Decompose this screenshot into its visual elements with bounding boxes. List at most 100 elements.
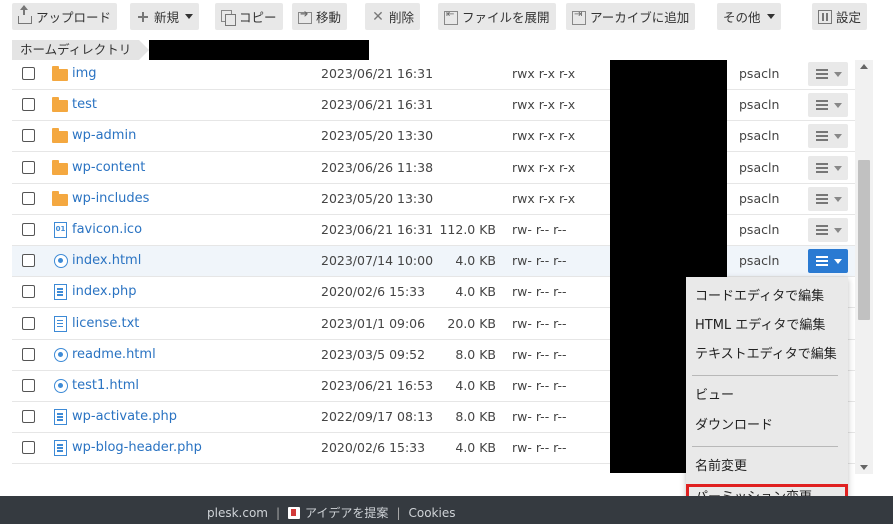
row-checkbox[interactable] bbox=[22, 285, 35, 299]
archive-icon bbox=[572, 9, 586, 25]
html-file-icon bbox=[54, 347, 68, 362]
table-row[interactable]: 01 favicon.ico 2023/06/21 16:31 112.0 KB rw-… bbox=[12, 215, 855, 246]
chevron-down-icon bbox=[185, 14, 194, 19]
row-checkbox[interactable] bbox=[22, 129, 35, 143]
table-row[interactable]: wp-includes 2023/05/20 13:30 rwx r-x r-x ps… bbox=[12, 183, 855, 215]
file-owner: psacln bbox=[739, 190, 780, 206]
scroll-down-icon[interactable] bbox=[860, 465, 868, 470]
row-checkbox[interactable] bbox=[22, 191, 35, 205]
extract-icon bbox=[444, 9, 458, 25]
row-actions-button[interactable] bbox=[808, 218, 848, 242]
menu-item-code-editor[interactable]: コードエディタで編集 bbox=[686, 285, 848, 309]
row-checkbox[interactable] bbox=[22, 160, 35, 174]
menu-icon bbox=[816, 131, 828, 134]
move-button[interactable]: 移動 bbox=[292, 3, 348, 30]
file-permissions: rw- r-- r-- bbox=[512, 409, 567, 425]
menu-icon bbox=[816, 193, 828, 196]
row-checkbox[interactable] bbox=[22, 67, 35, 80]
row-actions-button[interactable] bbox=[808, 249, 848, 274]
row-checkbox[interactable] bbox=[22, 316, 35, 330]
row-actions-button[interactable] bbox=[808, 62, 848, 86]
copy-icon bbox=[221, 9, 236, 26]
chevron-down-icon bbox=[834, 228, 842, 233]
row-actions-button[interactable] bbox=[808, 93, 848, 118]
file-name-link[interactable]: license.txt bbox=[72, 316, 139, 331]
menu-icon bbox=[816, 162, 828, 165]
file-size: 4.0 KB bbox=[455, 253, 496, 269]
footer-cookies-link[interactable]: Cookies bbox=[408, 506, 455, 520]
table-row[interactable]: wp-content 2023/06/26 11:38 rwx r-x r-x psa… bbox=[12, 152, 855, 184]
settings-icon bbox=[818, 9, 832, 24]
table-row[interactable]: wp-admin 2023/05/20 13:30 rwx r-x r-x psacl… bbox=[12, 121, 855, 153]
chevron-down-icon bbox=[834, 196, 842, 202]
row-actions-button[interactable] bbox=[808, 124, 848, 149]
row-checkbox[interactable] bbox=[22, 410, 35, 424]
chevron-down-icon bbox=[766, 14, 775, 19]
file-name-link[interactable]: wp-includes bbox=[72, 191, 149, 206]
row-actions-button[interactable] bbox=[808, 155, 848, 180]
menu-item-rename[interactable]: 名前変更 bbox=[686, 455, 848, 479]
file-name-link[interactable]: index.php bbox=[72, 284, 136, 299]
scroll-up-icon[interactable] bbox=[860, 64, 868, 69]
row-checkbox[interactable] bbox=[22, 347, 35, 361]
file-owner: psacln bbox=[739, 159, 780, 175]
copy-button[interactable]: コピー bbox=[215, 3, 283, 30]
copy-label: コピー bbox=[239, 10, 277, 25]
file-permissions: rwx r-x r-x bbox=[512, 128, 576, 144]
file-name-link[interactable]: wp-content bbox=[72, 160, 145, 175]
row-checkbox[interactable] bbox=[22, 98, 35, 112]
chevron-down-icon bbox=[834, 134, 842, 140]
row-checkbox[interactable] bbox=[22, 223, 35, 236]
row-checkbox[interactable] bbox=[22, 379, 35, 392]
file-size: 8.0 KB bbox=[455, 346, 496, 362]
footer-suggest-link[interactable]: アイデアを提案 bbox=[305, 504, 388, 521]
upload-button[interactable]: アップロード bbox=[12, 3, 118, 30]
file-name-link[interactable]: wp-activate.php bbox=[72, 409, 177, 424]
scrollbar-thumb[interactable] bbox=[858, 160, 870, 320]
folder-icon bbox=[52, 66, 68, 81]
upload-label: アップロード bbox=[36, 10, 112, 25]
file-name-link[interactable]: favicon.ico bbox=[72, 222, 142, 237]
file-name-link[interactable]: img bbox=[72, 66, 97, 81]
idea-icon bbox=[288, 506, 301, 519]
folder-icon bbox=[52, 190, 68, 206]
file-size: 8.0 KB bbox=[455, 409, 496, 425]
delete-icon bbox=[371, 10, 385, 24]
menu-item-html-editor[interactable]: HTML エディタで編集 bbox=[686, 314, 848, 338]
footer: plesk.com | アイデアを提案 | Cookies bbox=[0, 496, 893, 524]
more-button[interactable]: その他 bbox=[717, 3, 781, 30]
chevron-down-icon bbox=[834, 103, 842, 109]
breadcrumb-home[interactable]: ホームディレクトリ bbox=[12, 40, 150, 60]
file-name-link[interactable]: wp-admin bbox=[72, 128, 136, 143]
folder-icon bbox=[52, 159, 68, 175]
html-file-icon bbox=[54, 254, 68, 269]
table-row[interactable]: test 2023/06/21 16:31 rwx r-x r-x psacln bbox=[12, 90, 855, 122]
table-row[interactable]: img 2023/06/21 16:31 rwx r-x r-x psacln bbox=[12, 60, 855, 90]
row-checkbox[interactable] bbox=[22, 254, 35, 268]
scrollbar[interactable] bbox=[855, 60, 873, 474]
toolbar: アップロード 新規 コピー 移動 削除 ファイルを展開 アーカイブに追加 その他… bbox=[0, 0, 893, 36]
file-size: 20.0 KB bbox=[447, 315, 496, 331]
settings-button[interactable]: 設定 bbox=[812, 3, 868, 30]
add-archive-button[interactable]: アーカイブに追加 bbox=[566, 3, 696, 30]
delete-button[interactable]: 削除 bbox=[365, 3, 421, 30]
file-name-link[interactable]: index.html bbox=[72, 253, 141, 268]
file-name-link[interactable]: test bbox=[72, 97, 97, 112]
table-row[interactable]: index.html 2023/07/14 10:00 4.0 KB rw- r-- … bbox=[12, 246, 855, 278]
new-button[interactable]: 新規 bbox=[130, 3, 200, 30]
file-name-link[interactable]: readme.html bbox=[72, 347, 156, 362]
menu-item-view[interactable]: ビュー bbox=[686, 384, 848, 408]
file-permissions: rw- r-- r-- bbox=[512, 253, 567, 269]
file-date: 2023/06/21 16:31 bbox=[321, 66, 434, 81]
menu-item-text-editor[interactable]: テキストエディタで編集 bbox=[686, 343, 848, 367]
row-actions-button[interactable] bbox=[808, 186, 848, 211]
menu-item-download[interactable]: ダウンロード bbox=[686, 414, 848, 438]
file-permissions: rw- r-- r-- bbox=[512, 284, 567, 300]
row-checkbox[interactable] bbox=[22, 441, 35, 455]
extract-button[interactable]: ファイルを展開 bbox=[438, 3, 556, 30]
file-name-link[interactable]: wp-blog-header.php bbox=[72, 440, 202, 455]
file-name-link[interactable]: test1.html bbox=[72, 378, 139, 393]
file-date: 2020/02/6 15:33 bbox=[321, 284, 426, 300]
html-file-icon bbox=[54, 379, 68, 393]
footer-plesk-link[interactable]: plesk.com bbox=[207, 506, 268, 520]
